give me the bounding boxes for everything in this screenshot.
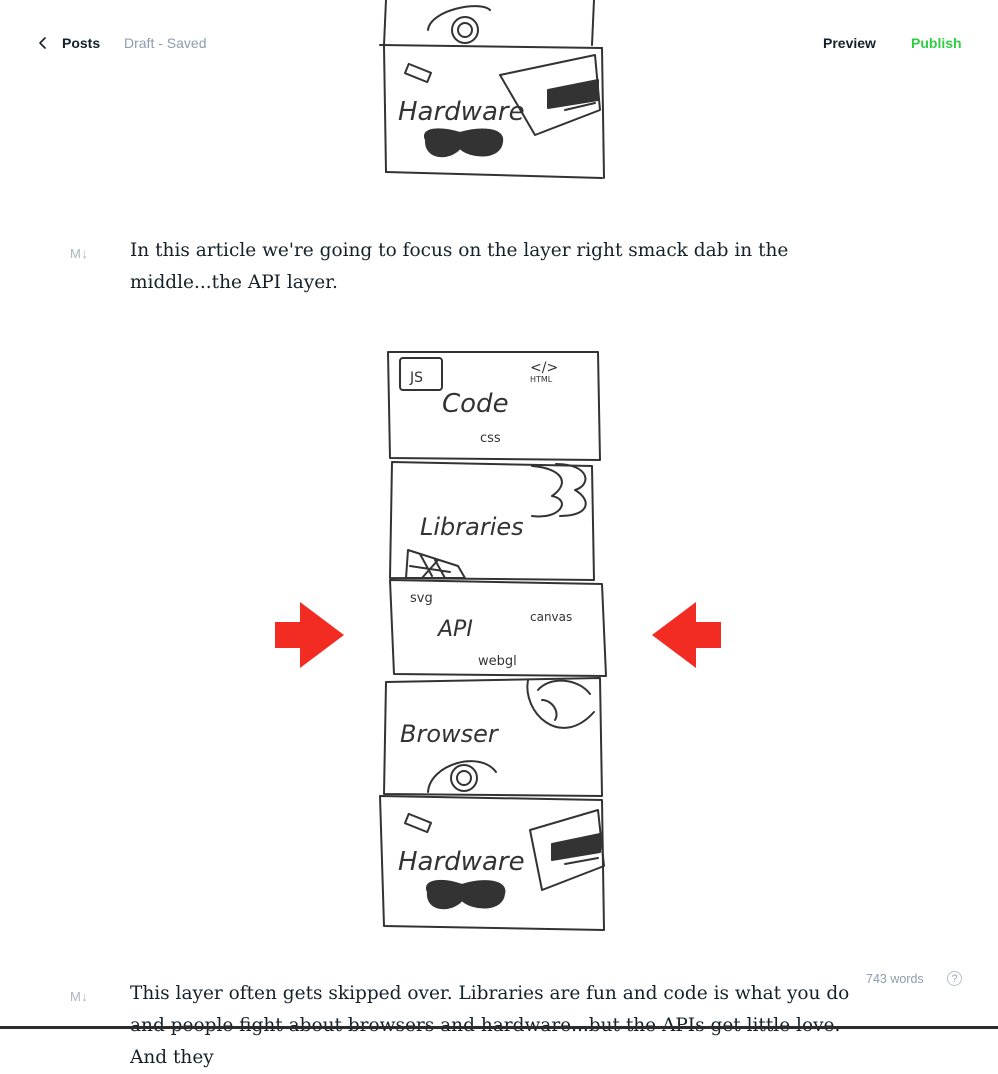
paragraph-1: In this article we're going to focus on … — [130, 240, 789, 293]
markdown-icon-2[interactable]: M↓ — [70, 989, 88, 1004]
markdown-icon[interactable]: M↓ — [70, 246, 88, 261]
draft-status: Draft - Saved — [124, 35, 207, 51]
figure-webgl-label: webgl — [478, 654, 517, 669]
figure-layers-top: Hardware — [370, 0, 620, 190]
figure-js-label: JS — [409, 370, 423, 386]
publish-button[interactable]: Publish — [911, 35, 962, 51]
figure-html-tag-label: </> — [530, 360, 558, 376]
left-arrow-icon — [275, 602, 344, 668]
figure-browser-label: Browser — [400, 720, 500, 748]
figure-libraries-label: Libraries — [420, 513, 524, 541]
word-count: 743 words — [866, 972, 924, 986]
back-chevron-icon[interactable] — [34, 34, 52, 52]
figure-hardware-label: Hardware — [398, 847, 525, 877]
posts-link[interactable]: Posts — [62, 35, 100, 51]
figure-canvas-label: canvas — [530, 610, 572, 624]
preview-button[interactable]: Preview — [823, 35, 876, 51]
figure-css-label: css — [480, 431, 501, 446]
figure-code-label: Code — [442, 389, 509, 419]
right-arrow-icon — [652, 602, 721, 668]
figure-html-label: HTML — [530, 375, 553, 384]
figure-api-label: API — [436, 617, 473, 642]
help-icon[interactable]: ? — [947, 971, 962, 986]
figure-layers-main: JS </> HTML Code css Libraries svg API c… — [260, 340, 740, 940]
figure-top-hardware-label: Hardware — [398, 97, 525, 127]
figure-svg-label: svg — [410, 591, 433, 606]
